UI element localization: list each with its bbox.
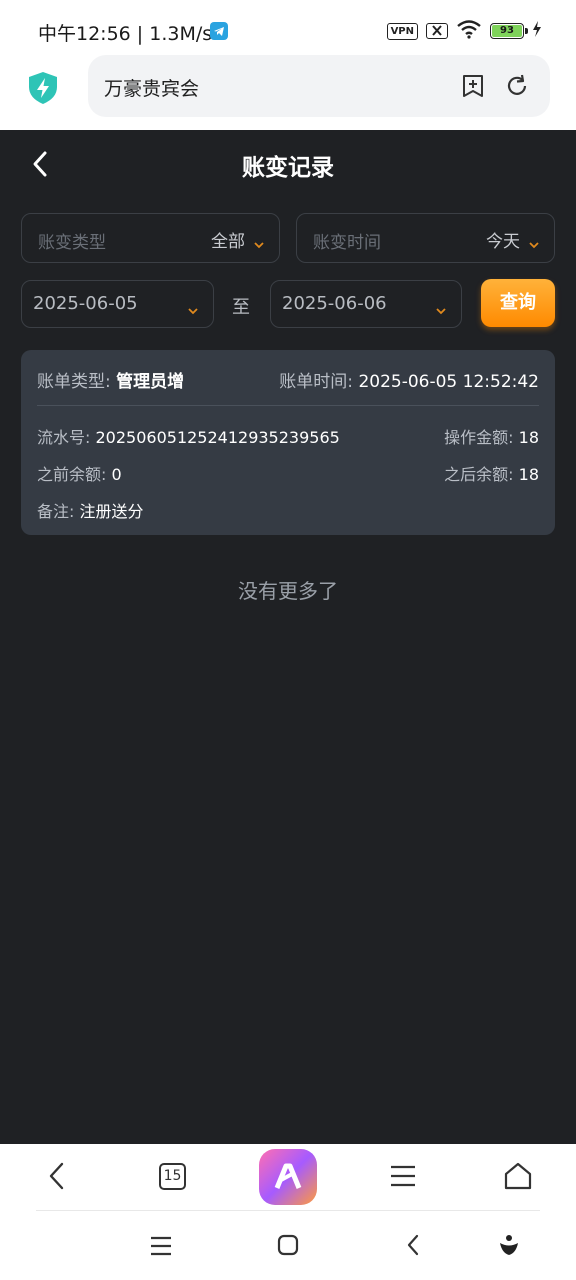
reload-icon[interactable] bbox=[504, 73, 530, 103]
time-filter-value: 今天 bbox=[486, 232, 520, 252]
time-filter-select[interactable]: 账变时间 今天 bbox=[296, 213, 555, 263]
recent-apps-icon[interactable] bbox=[149, 1235, 173, 1261]
chevron-down-icon bbox=[528, 234, 540, 253]
back-nav-icon[interactable] bbox=[405, 1233, 421, 1261]
record-header-row: 账单类型: 管理员增 账单时间: 2025-06-05 12:52:42 bbox=[37, 367, 539, 392]
amount-value: 18 bbox=[518, 428, 539, 447]
date-separator: 至 bbox=[232, 297, 250, 318]
note-label: 备注: bbox=[37, 502, 75, 521]
status-time-speed: 中午12:56 | 1.3M/s bbox=[38, 23, 213, 45]
amount-label: 操作金额: bbox=[444, 428, 514, 447]
battery-level: 93 bbox=[492, 25, 522, 37]
home-nav-icon[interactable] bbox=[277, 1234, 299, 1260]
note-value: 注册送分 bbox=[79, 502, 144, 521]
time-filter-label: 账变时间 bbox=[313, 233, 381, 253]
type-filter-value: 全部 bbox=[211, 232, 245, 252]
sim-off-icon bbox=[426, 23, 448, 39]
address-bar[interactable]: 万豪贵宾会 bbox=[88, 55, 550, 117]
page-title: 账变记录 bbox=[242, 155, 334, 181]
end-date-select[interactable]: 2025-06-06 bbox=[270, 280, 462, 328]
start-date-value: 2025-06-05 bbox=[33, 293, 138, 314]
start-date-select[interactable]: 2025-06-05 bbox=[21, 280, 214, 328]
chevron-down-icon bbox=[187, 300, 199, 319]
browser-bar: 万豪贵宾会 bbox=[0, 52, 576, 130]
home-icon[interactable] bbox=[503, 1161, 533, 1195]
status-bar: 中午12:56 | 1.3M/s VPN 93 bbox=[0, 0, 576, 52]
chevron-down-icon bbox=[253, 234, 265, 253]
browser-toolbar: 15 bbox=[0, 1144, 576, 1212]
shield-icon[interactable] bbox=[26, 70, 60, 110]
system-nav-bar bbox=[0, 1212, 576, 1280]
serial-label: 流水号: bbox=[37, 428, 91, 447]
bill-type-label: 账单类型: bbox=[37, 372, 111, 392]
ai-logo-icon bbox=[274, 1163, 302, 1189]
after-balance-label: 之后余额: bbox=[444, 465, 514, 484]
toolbar-divider bbox=[36, 1210, 540, 1211]
type-filter-label: 账变类型 bbox=[38, 233, 106, 253]
telegram-icon bbox=[210, 22, 228, 40]
list-end-text: 没有更多了 bbox=[238, 579, 338, 603]
ai-assistant-button[interactable] bbox=[259, 1149, 317, 1205]
bill-time-value: 2025-06-05 12:52:42 bbox=[358, 372, 539, 392]
battery-icon: 93 bbox=[490, 23, 528, 39]
vpn-icon: VPN bbox=[386, 22, 418, 40]
after-balance-value: 18 bbox=[518, 465, 539, 484]
note-row: 备注: 注册送分 bbox=[37, 498, 539, 522]
wifi-icon bbox=[456, 19, 482, 43]
query-button[interactable]: 查询 bbox=[481, 279, 555, 327]
record-card: 账单类型: 管理员增 账单时间: 2025-06-05 12:52:42 流水号… bbox=[21, 350, 555, 535]
charging-icon bbox=[532, 21, 542, 41]
page-url-title: 万豪贵宾会 bbox=[104, 78, 200, 100]
bill-time-label: 账单时间: bbox=[279, 372, 354, 392]
page-header: 账变记录 bbox=[0, 130, 576, 196]
bill-type-value: 管理员增 bbox=[116, 372, 185, 392]
menu-icon[interactable] bbox=[389, 1164, 417, 1192]
browser-back-icon[interactable] bbox=[46, 1160, 68, 1196]
card-divider bbox=[37, 405, 539, 406]
serial-value: 20250605125241293523956​5 bbox=[95, 428, 340, 447]
type-filter-select[interactable]: 账变类型 全部 bbox=[21, 213, 280, 263]
assistant-gesture-icon[interactable] bbox=[498, 1234, 520, 1260]
before-balance-value: 0 bbox=[111, 465, 122, 484]
before-balance-label: 之前余额: bbox=[37, 465, 107, 484]
end-date-value: 2025-06-06 bbox=[282, 293, 387, 314]
chevron-down-icon bbox=[435, 300, 447, 319]
balance-row: 之前余额: 0 之后余额: 18 bbox=[37, 461, 539, 485]
tabs-button[interactable]: 15 bbox=[159, 1163, 186, 1190]
add-bookmark-icon[interactable] bbox=[460, 73, 486, 103]
serial-row: 流水号: 20250605125241293523956​5 操作金额: 18 bbox=[37, 424, 539, 448]
